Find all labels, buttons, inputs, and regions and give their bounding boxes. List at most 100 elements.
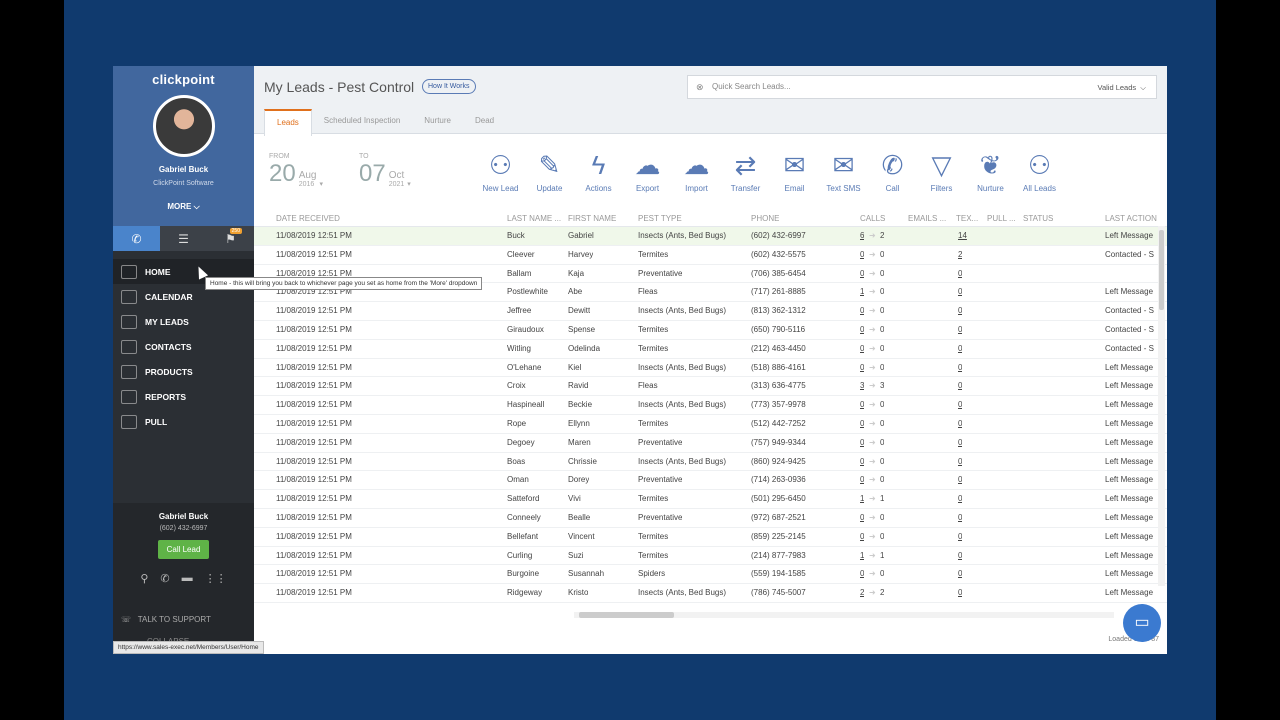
avatar[interactable]	[152, 95, 215, 157]
tab-dead[interactable]: Dead	[463, 109, 506, 136]
table-row[interactable]: 11/08/2019 12:51 PM👁✎▾ϟ▾✉▾✆▬▾ConneelyBea…	[254, 509, 1167, 528]
toolbar-all-leads-button[interactable]: ⚇ All Leads	[1015, 148, 1064, 193]
calls-count[interactable]: 1	[860, 490, 864, 509]
calls-count[interactable]: 0	[860, 265, 864, 284]
calls-count[interactable]: 0	[860, 434, 864, 453]
table-row[interactable]: 11/08/2019 12:51 PM👁✎▾ϟ▾✉▾✆▬▾RidgewayKri…	[254, 584, 1167, 603]
table-row[interactable]: 11/08/2019 12:51 PM👁✎▾ϟ▾✉▾✆▬▾BoasChrissi…	[254, 453, 1167, 472]
toolbar-call-button[interactable]: ✆ Call	[868, 148, 917, 193]
calls-count[interactable]: 0	[860, 528, 864, 547]
calls-count[interactable]: 0	[860, 453, 864, 472]
nav-item-contacts[interactable]: CONTACTS	[113, 334, 254, 359]
table-row[interactable]: 11/08/2019 12:51 PM👁✎▾ϟ▾✉▾✆▬▾CroixRavidF…	[254, 377, 1167, 397]
calls-count[interactable]: 1	[860, 547, 864, 566]
menu-icon[interactable]: ☰	[160, 226, 207, 251]
toolbar-new-lead-button[interactable]: ⚇ New Lead	[476, 148, 525, 193]
calls-count[interactable]: 0	[860, 396, 864, 415]
toolbar-actions-button[interactable]: ϟ Actions	[574, 148, 623, 193]
tab-nurture[interactable]: Nurture	[412, 109, 463, 136]
flag-icon[interactable]: ⚑ 250	[207, 226, 254, 251]
calls-count[interactable]: 0	[860, 302, 864, 321]
table-row[interactable]: 11/08/2019 12:51 PM👁✎▾ϟ▾✉▾✆▬▾HaspineallB…	[254, 396, 1167, 415]
table-row[interactable]: 11/08/2019 12:51 PM👁✎▾ϟ▾✉▾✆▬▾O'LehaneKie…	[254, 359, 1167, 378]
phone-icon[interactable]: ✆	[113, 226, 160, 251]
call-transfer-icon[interactable]: ✆	[160, 572, 169, 585]
calls-count[interactable]: 6	[860, 227, 864, 246]
horizontal-scrollbar[interactable]	[574, 612, 1114, 618]
column-header[interactable]: PEST TYPE	[638, 210, 682, 227]
vertical-scrollbar[interactable]	[1158, 226, 1165, 586]
toolbar-text-sms-button[interactable]: ✉ Text SMS	[819, 148, 868, 193]
column-header[interactable]: TEX...	[956, 210, 978, 227]
calls-count[interactable]: 0	[860, 415, 864, 434]
texts-count[interactable]: 0	[958, 453, 962, 472]
nav-item-reports[interactable]: REPORTS	[113, 384, 254, 409]
tab-scheduled-inspection[interactable]: Scheduled Inspection	[312, 109, 413, 136]
hscroll-thumb[interactable]	[579, 612, 674, 618]
column-header[interactable]: EMAILS ...	[908, 210, 946, 227]
tab-leads[interactable]: Leads	[264, 109, 312, 136]
calls-count[interactable]: 0	[860, 246, 864, 265]
calls-count[interactable]: 0	[860, 509, 864, 528]
calls-count[interactable]: 1	[860, 283, 864, 302]
nav-item-pull[interactable]: PULL	[113, 409, 254, 434]
texts-count[interactable]: 0	[958, 547, 962, 566]
how-it-works-button[interactable]: How It Works	[422, 79, 476, 94]
calls-count[interactable]: 0	[860, 359, 864, 378]
chat-bubble-icon[interactable]: ▭	[1123, 604, 1161, 642]
column-header[interactable]: FIRST NAME	[568, 210, 616, 227]
call-lead-button[interactable]: Call Lead	[157, 540, 210, 559]
table-row[interactable]: 11/08/2019 12:51 PM👁✎▾ϟ▾✉▾✆▬▾JeffreeDewi…	[254, 302, 1167, 321]
table-row[interactable]: 11/08/2019 12:51 PM👁✎▾ϟ▾✉▾✆▬▾SattefordVi…	[254, 490, 1167, 509]
column-header[interactable]: STATUS	[1023, 210, 1053, 227]
talk-to-support-link[interactable]: ☏ TALK TO SUPPORT	[121, 615, 211, 624]
calls-count[interactable]: 3	[860, 377, 864, 396]
column-header[interactable]: CALLS	[860, 210, 885, 227]
to-date[interactable]: TO 07 Oct 2021 ▾	[359, 153, 411, 188]
table-row[interactable]: 11/08/2019 12:51 PM👁✎▾ϟ▾✉▾✆▬▾CleeverHarv…	[254, 246, 1167, 265]
calls-count[interactable]: 0	[860, 565, 864, 584]
column-header[interactable]: DATE RECEIVED	[276, 210, 340, 227]
table-row[interactable]: 11/08/2019 12:51 PM👁✎▾ϟ▾✉▾✆▬▾CurlingSuzi…	[254, 547, 1167, 566]
texts-count[interactable]: 0	[958, 396, 962, 415]
texts-count[interactable]: 0	[958, 509, 962, 528]
calls-count[interactable]: 0	[860, 321, 864, 340]
scroll-thumb[interactable]	[1159, 230, 1164, 310]
dialpad-icon[interactable]: ⋮⋮	[205, 572, 227, 585]
chat-icon[interactable]: ▬	[182, 572, 193, 585]
toolbar-import-button[interactable]: ☁ Import	[672, 148, 721, 193]
texts-count[interactable]: 0	[958, 340, 962, 359]
location-icon[interactable]: ⚲	[140, 572, 148, 585]
texts-count[interactable]: 0	[958, 377, 962, 396]
texts-count[interactable]: 0	[958, 415, 962, 434]
texts-count[interactable]: 0	[958, 471, 962, 490]
toolbar-email-button[interactable]: ✉ Email	[770, 148, 819, 193]
column-header[interactable]: LAST ACTION	[1105, 210, 1157, 227]
valid-leads-select[interactable]: Valid Leads ⌵	[1098, 83, 1147, 93]
toolbar-nurture-button[interactable]: ❦ Nurture	[966, 148, 1015, 193]
column-header[interactable]: PULL ...	[987, 210, 1016, 227]
quick-search[interactable]: ⊗ Quick Search Leads... Valid Leads ⌵	[687, 75, 1157, 99]
table-row[interactable]: 11/08/2019 12:51 PM👁✎▾ϟ▾✉▾✆▬▾BurgoineSus…	[254, 565, 1167, 585]
calls-count[interactable]: 0	[860, 340, 864, 359]
toolbar-export-button[interactable]: ☁ Export	[623, 148, 672, 193]
texts-count[interactable]: 0	[958, 528, 962, 547]
texts-count[interactable]: 0	[958, 434, 962, 453]
texts-count[interactable]: 2	[958, 246, 962, 265]
toolbar-transfer-button[interactable]: ⇄ Transfer	[721, 148, 770, 193]
texts-count[interactable]: 0	[958, 490, 962, 509]
texts-count[interactable]: 14	[958, 227, 967, 246]
table-row[interactable]: 11/08/2019 12:51 PM👁✎▾ϟ▾✉▾✆▬▾BuckGabriel…	[254, 227, 1167, 246]
table-row[interactable]: 11/08/2019 12:51 PM👁✎▾ϟ▾✉▾✆▬▾BellefantVi…	[254, 528, 1167, 547]
calls-count[interactable]: 2	[860, 584, 864, 603]
table-row[interactable]: 11/08/2019 12:51 PM👁✎▾ϟ▾✉▾✆▬▾GiraudouxSp…	[254, 321, 1167, 340]
column-header[interactable]: LAST NAME ...	[507, 210, 561, 227]
nav-item-my-leads[interactable]: MY LEADS	[113, 309, 254, 334]
more-dropdown[interactable]: MORE ⌵	[113, 202, 254, 212]
table-row[interactable]: 11/08/2019 12:51 PM👁✎▾ϟ▾✉▾✆▬▾DegoeyMaren…	[254, 434, 1167, 453]
texts-count[interactable]: 0	[958, 302, 962, 321]
texts-count[interactable]: 0	[958, 283, 962, 302]
nav-item-products[interactable]: PRODUCTS	[113, 359, 254, 384]
texts-count[interactable]: 0	[958, 359, 962, 378]
from-date[interactable]: FROM 20 Aug 2016 ▾	[269, 153, 323, 188]
